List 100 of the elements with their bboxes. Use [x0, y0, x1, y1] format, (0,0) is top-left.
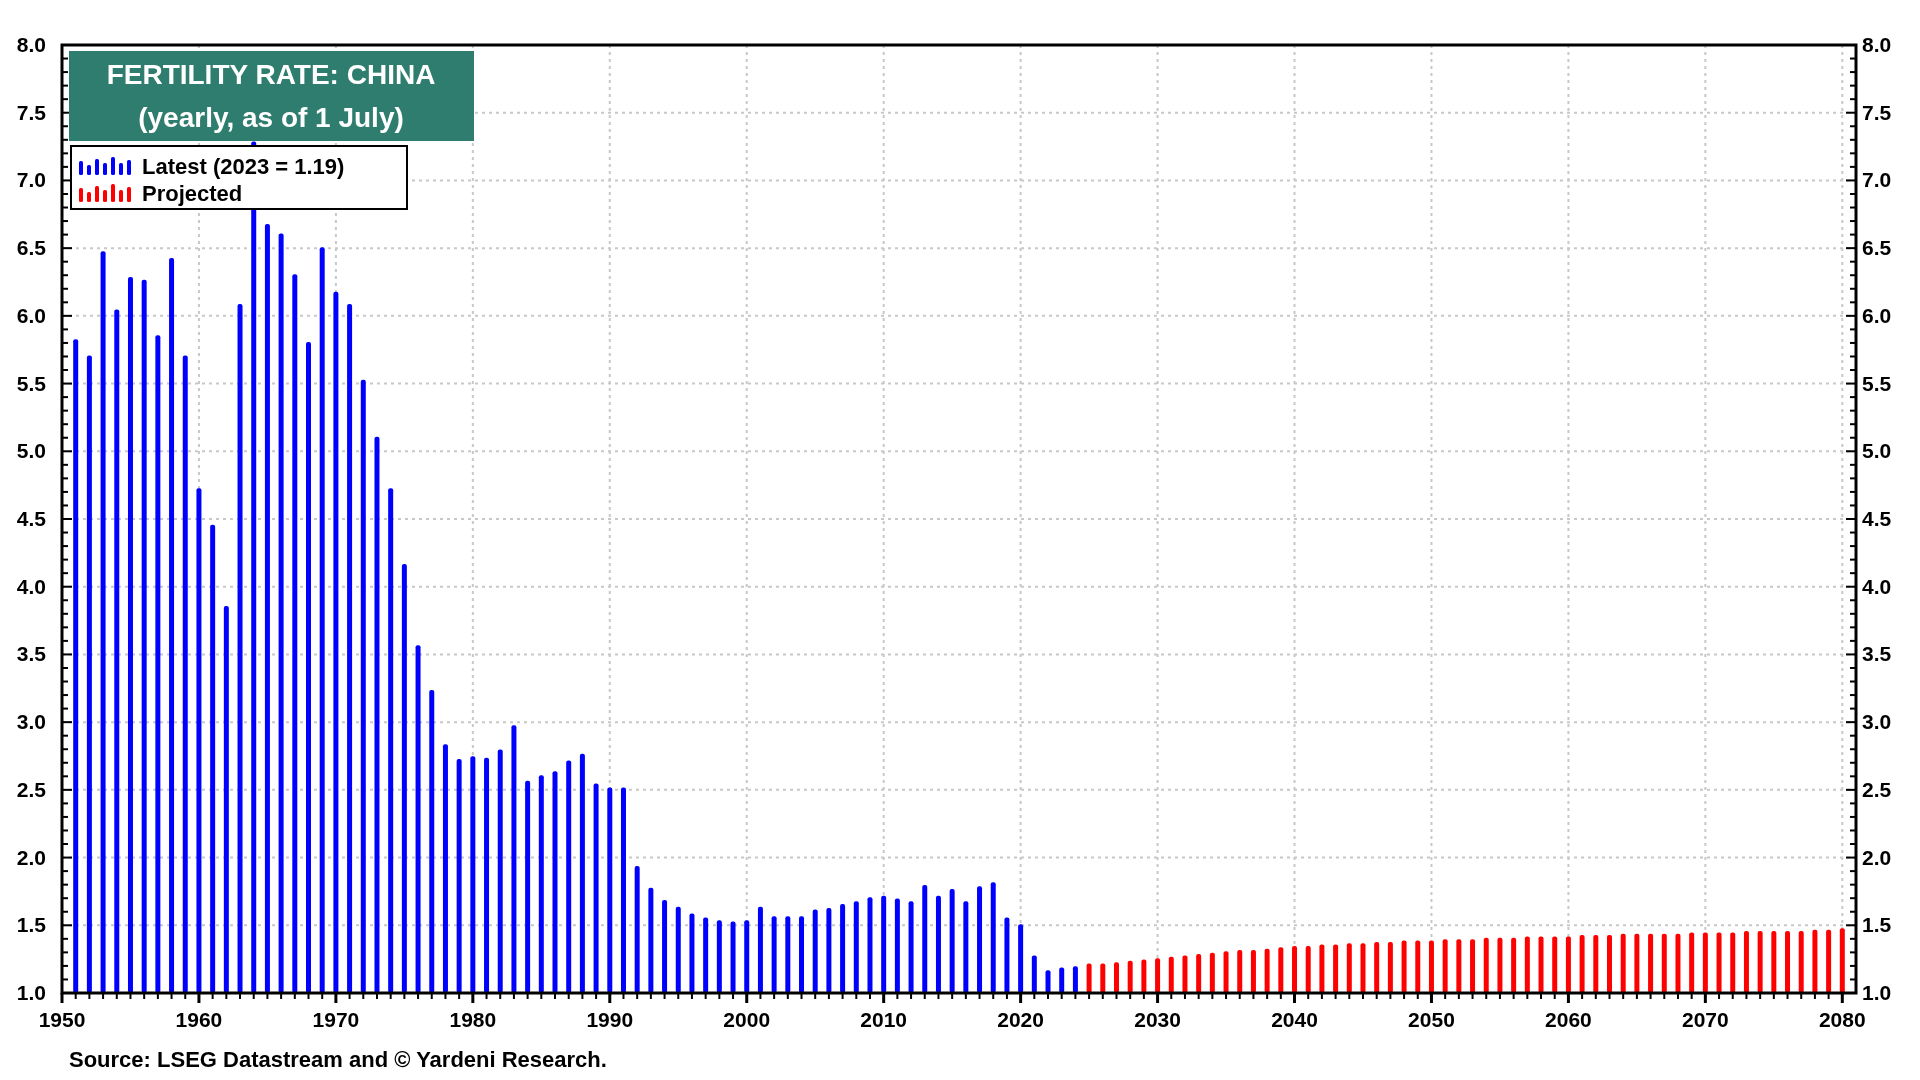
bar [1648, 933, 1654, 993]
chart-subtitle: (yearly, as of 1 July) [138, 102, 404, 133]
bar [1593, 935, 1599, 993]
bar [1168, 956, 1174, 993]
bar [1086, 963, 1092, 993]
bar [1059, 967, 1065, 993]
bar [1675, 933, 1681, 993]
y-tick-label: 6.0 [1862, 303, 1892, 327]
bar [1689, 932, 1695, 993]
bar [1442, 939, 1448, 993]
y-tick-label: 4.0 [1862, 574, 1892, 598]
x-tick-label: 2070 [1682, 1008, 1729, 1031]
bar [1538, 936, 1544, 993]
legend-label: Projected [142, 181, 243, 206]
bar [1209, 952, 1215, 993]
y-tick-label: 1.0 [1862, 981, 1892, 1004]
bar [1401, 940, 1407, 993]
bar [1100, 963, 1106, 993]
bar [1333, 944, 1339, 993]
bar [1511, 937, 1517, 993]
bar [1483, 937, 1489, 993]
x-tick-label: 1990 [586, 1008, 634, 1031]
bar [1470, 939, 1476, 993]
y-tick-label: 4.5 [1862, 507, 1892, 530]
bar [1524, 936, 1530, 993]
bar [1428, 940, 1434, 993]
bar [1031, 955, 1037, 993]
y-tick-label: 8.0 [16, 33, 46, 56]
x-tick-label: 2050 [1408, 1008, 1455, 1031]
bar [1456, 939, 1462, 993]
y-tick-label: 7.0 [16, 168, 46, 192]
legend-label: Latest (2023 = 1.19) [142, 154, 345, 179]
bar [1415, 940, 1421, 993]
y-tick-label: 4.0 [16, 574, 46, 598]
bar [1114, 962, 1119, 993]
bar [1552, 936, 1558, 993]
y-tick-label: 4.5 [16, 507, 46, 530]
bar [1018, 924, 1024, 993]
bar [1127, 960, 1133, 993]
y-tick-label: 8.0 [1862, 33, 1892, 56]
bar [1250, 950, 1256, 993]
x-tick-label: 2020 [997, 1008, 1044, 1031]
y-tick-label: 2.5 [1862, 777, 1892, 801]
y-tick-label: 1.5 [1862, 913, 1892, 937]
bar [1387, 941, 1393, 993]
y-tick-label: 5.0 [1862, 439, 1892, 463]
bar [1072, 966, 1078, 993]
x-tick-label: 2060 [1545, 1008, 1592, 1031]
bar [1305, 945, 1311, 993]
bar [1497, 937, 1503, 993]
bar [1798, 931, 1804, 993]
bar [1223, 951, 1229, 993]
bar [1045, 970, 1051, 993]
x-tick-label: 2040 [1271, 1008, 1318, 1031]
bar [1374, 941, 1380, 993]
bar [1607, 935, 1612, 993]
bar [1346, 943, 1352, 993]
bar [1826, 929, 1832, 993]
bar [1620, 933, 1626, 993]
bar [1319, 944, 1325, 993]
bar [730, 921, 736, 993]
bar [1155, 958, 1161, 993]
bar [1278, 947, 1284, 993]
bar [1839, 928, 1845, 993]
y-tick-label: 6.5 [16, 236, 46, 260]
x-tick-label: 2080 [1818, 1008, 1866, 1031]
bar [1237, 950, 1243, 993]
y-tick-label: 7.0 [1862, 168, 1892, 192]
x-tick-label: 2030 [1134, 1008, 1181, 1031]
bar [1634, 933, 1640, 993]
y-tick-label: 5.0 [16, 439, 46, 463]
y-tick-label: 2.5 [16, 777, 46, 801]
bar [1264, 948, 1270, 993]
y-tick-label: 7.5 [1862, 100, 1892, 124]
y-tick-label: 2.0 [16, 845, 46, 869]
bar [1812, 929, 1818, 993]
y-tick-label: 3.0 [16, 710, 46, 734]
x-tick-label: 1980 [449, 1008, 497, 1031]
y-tick-label: 5.5 [1862, 371, 1892, 395]
y-tick-label: 3.0 [1862, 710, 1892, 734]
bar [1785, 931, 1791, 993]
chart-title: FERTILITY RATE: CHINA [106, 59, 436, 90]
bar [1141, 959, 1147, 993]
bar [1196, 954, 1202, 993]
y-tick-label: 6.5 [1862, 236, 1892, 260]
bar [1702, 932, 1708, 993]
bar [1743, 931, 1749, 993]
bar [1292, 945, 1297, 993]
bar [1771, 931, 1777, 993]
x-tick-label: 2010 [860, 1008, 908, 1031]
legend-swatch-icon [79, 184, 131, 202]
bar [1360, 943, 1366, 993]
y-tick-label: 1.0 [16, 981, 46, 1004]
x-tick-label: 1970 [312, 1008, 360, 1031]
y-tick-label: 3.5 [16, 642, 46, 666]
y-tick-label: 2.0 [1862, 845, 1892, 869]
bar [1661, 933, 1667, 993]
bar [1579, 935, 1585, 993]
bar [1716, 932, 1722, 993]
x-tick-label: 1960 [175, 1008, 223, 1031]
